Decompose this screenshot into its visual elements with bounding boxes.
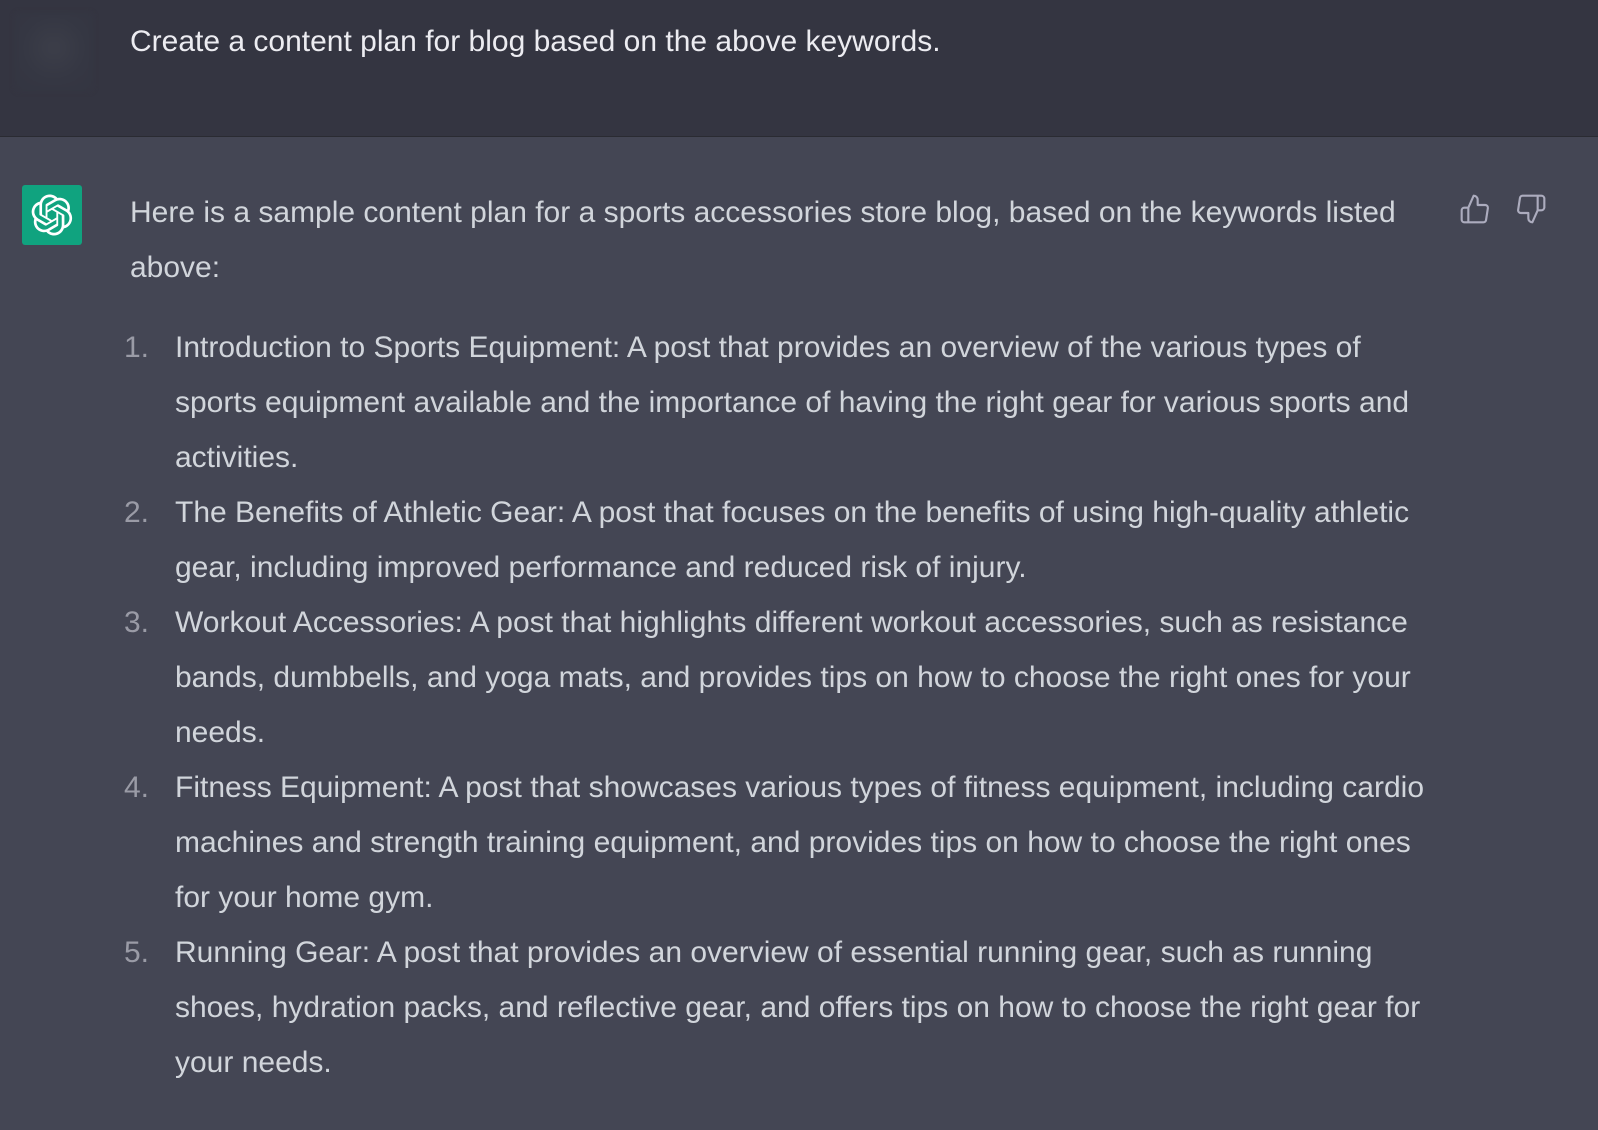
list-item-text: Introduction to Sports Equipment: A post… [175,331,1410,474]
user-message-row: Create a content plan for blog based on … [0,0,1598,137]
list-item: 1. Introduction to Sports Equipment: A p… [124,320,1430,485]
list-item: 4. Fitness Equipment: A post that showca… [124,760,1430,925]
list-item-text: Workout Accessories: A post that highlig… [175,606,1411,749]
list-item-number: 5. [124,936,150,969]
list-item-text: The Benefits of Athletic Gear: A post th… [175,496,1410,584]
thumbs-up-button[interactable] [1457,191,1493,227]
list-item-number: 1. [124,331,150,364]
list-item: 5. Running Gear: A post that provides an… [124,925,1430,1090]
thumbs-down-icon [1517,194,1546,224]
list-item-number: 2. [124,496,150,529]
list-item-text: Running Gear: A post that provides an ov… [175,936,1421,1079]
thumbs-up-icon [1460,194,1489,224]
user-avatar [14,12,94,92]
content-plan-list: 1. Introduction to Sports Equipment: A p… [124,320,1430,1090]
list-item: 3. Workout Accessories: A post that high… [124,595,1430,760]
user-message-text: Create a content plan for blog based on … [130,25,941,58]
assistant-message-content: Here is a sample content plan for a spor… [124,185,1430,1090]
list-item-number: 4. [124,771,150,804]
openai-logo-icon [22,185,82,245]
list-item-number: 3. [124,606,150,639]
list-item-text: Fitness Equipment: A post that showcases… [175,771,1425,914]
assistant-message-row: Here is a sample content plan for a spor… [0,137,1598,1130]
assistant-intro-text: Here is a sample content plan for a spor… [130,196,1396,284]
list-item: 2. The Benefits of Athletic Gear: A post… [124,485,1430,595]
thumbs-down-button[interactable] [1513,191,1549,227]
